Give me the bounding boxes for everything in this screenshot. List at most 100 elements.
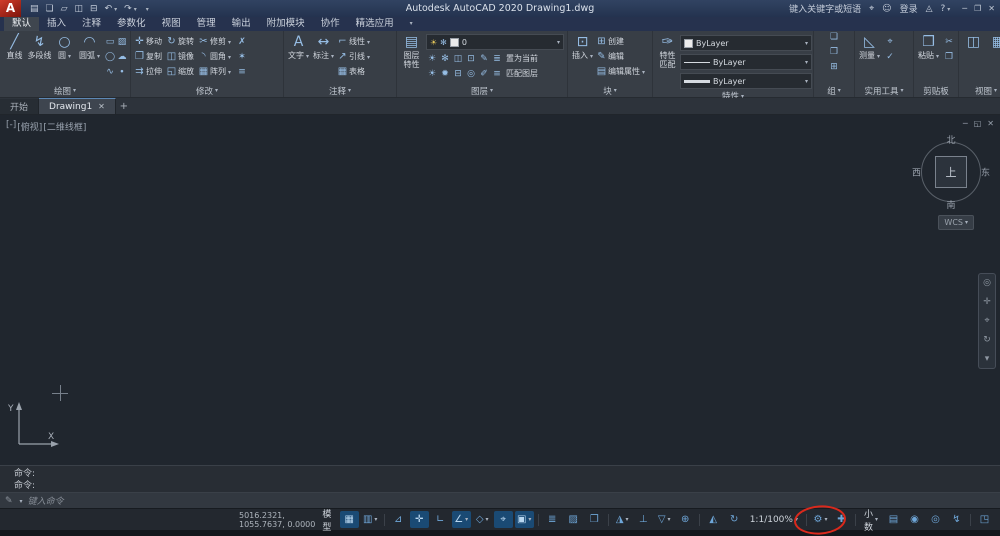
ellipse-icon[interactable]: ◯ [104,52,116,62]
save-icon[interactable]: ◫ [75,4,84,14]
trim-button[interactable]: ✂ 修剪 [197,34,231,49]
insert-block-button[interactable]: ⊡ 插入 [570,32,595,84]
linetype-select[interactable]: ByLayer [680,73,812,89]
search-placeholder[interactable]: 键入关键字或短语 [789,2,861,15]
fillet-button[interactable]: ◝ 圆角 [197,49,231,64]
view-tool-button[interactable]: ▦ [986,32,1000,84]
layer-tool-icon[interactable]: ◫ [452,54,464,64]
utilities-panel-label[interactable]: 实用工具 [855,84,913,97]
wcs-menu[interactable]: WCS [938,215,974,230]
user-icon[interactable]: ☺ [882,4,891,14]
ribbon-display-toggle-icon[interactable] [408,16,413,31]
layer-tool-icon[interactable]: ✎ [478,54,490,64]
model-space-button[interactable]: 模型 [317,510,338,533]
layer-tool-icon[interactable]: ◎ [465,69,477,79]
selection-cycling-icon[interactable]: ❐ [585,511,604,528]
paste-button[interactable]: ❒ 粘贴 [916,32,941,84]
viewport-menu-control[interactable]: [-] [6,120,16,133]
linear-dim-button[interactable]: ⌐ 线性 [336,34,370,49]
object-snap-tracking-icon[interactable]: ⌖ [493,511,513,528]
gizmo-icon[interactable]: ⊕ [676,511,695,528]
ribbon-tab-insert[interactable]: 插入 [39,17,74,31]
polar-tracking-icon[interactable]: ∠ [451,511,471,528]
object-snap-icon[interactable]: ▣ [514,511,534,528]
app-store-icon[interactable]: ◬ [926,4,933,14]
viewcube-east-label[interactable]: 东 [981,166,990,179]
block-panel-label[interactable]: 块 [568,84,652,97]
help-icon[interactable]: ? [941,4,951,14]
graphics-performance-icon[interactable]: ↯ [947,511,966,528]
undo-icon[interactable]: ↶ [105,4,118,14]
groups-panel-label[interactable]: 组 [814,84,854,97]
annotation-panel-label[interactable]: 注释 [284,84,396,97]
annotation-scale-button[interactable]: 1:1/100% [745,511,803,528]
ribbon-tab-home[interactable]: 默认 [4,17,40,31]
ribbon-tab-annotate[interactable]: 注释 [74,17,109,31]
table-button[interactable]: ▦ 表格 [336,64,370,79]
doc-close-icon[interactable]: ✕ [987,119,994,128]
pan-icon[interactable]: ✛ [983,297,991,307]
id-point-icon[interactable]: ⌖ [884,37,896,47]
layer-properties-button[interactable]: ▤ 图层特性 [399,32,424,84]
arc-button[interactable]: ◠ 圆弧 [77,32,102,84]
lock-ui-icon[interactable]: ◉ [905,511,924,528]
minimize-icon[interactable]: ─ [962,4,967,13]
ribbon-tab-featured-apps[interactable]: 精选应用 [348,17,402,31]
match-layer-button[interactable]: 匹配图层 [506,68,538,79]
layer-tool-icon[interactable]: ✻ [439,54,451,64]
layer-tool-icon[interactable]: ⊟ [452,69,464,79]
close-icon[interactable]: ✕ [988,4,995,13]
line-button[interactable]: ╱ 直线 [2,32,27,84]
maximize-icon[interactable]: ❐ [974,4,981,13]
array-button[interactable]: ▦ 阵列 [197,64,231,79]
plot-icon[interactable]: ⊟ [90,4,98,14]
layer-tool-icon[interactable]: ✹ [439,69,451,79]
units-button[interactable]: 小数 [859,510,883,533]
open-file-icon[interactable]: ▱ [61,4,68,14]
dynamic-input-icon[interactable]: ✛ [409,511,429,528]
auto-scale-icon[interactable]: ↻ [725,511,744,528]
new-file-icon[interactable]: ❏ [46,4,54,14]
dimension-button[interactable]: ↔ 标注 [311,32,336,84]
doc-restore-icon[interactable]: ◱ [974,119,982,128]
recent-commands-caret-icon[interactable] [18,496,23,506]
offset-icon[interactable]: ≡ [236,67,248,77]
group-icon[interactable]: ❏ [828,32,840,47]
edit-attributes-button[interactable]: ▤ 编辑属性 [595,64,645,79]
file-tab-drawing1[interactable]: Drawing1 ✕ [39,98,116,114]
dynamic-ucs-icon[interactable]: ⊥ [634,511,653,528]
layer-tool-icon[interactable]: ≡ [491,69,503,79]
ribbon-tab-manage[interactable]: 管理 [189,17,224,31]
workspace-switching-button[interactable]: ⚙ [793,503,848,536]
modify-panel-label[interactable]: 修改 [131,84,283,97]
revision-cloud-icon[interactable]: ☁ [116,52,128,62]
isometric-drafting-icon[interactable]: ◇ [473,511,492,528]
steering-wheel-icon[interactable]: ◎ [983,278,991,288]
view-control[interactable]: [俯视] [17,120,42,133]
customize-command-icon[interactable]: ✎ [5,496,13,506]
viewcube-west-label[interactable]: 西 [912,166,921,179]
doc-minimize-icon[interactable]: ─ [963,119,968,128]
zoom-icon[interactable]: ⌖ [984,316,989,326]
layer-tool-icon[interactable]: ✐ [478,69,490,79]
new-drawing-tab-button[interactable]: + [116,99,132,114]
mirror-button[interactable]: ◫ 镜像 [165,49,194,64]
circle-button[interactable]: ○ 圆 [52,32,77,84]
point-icon[interactable]: ∙ [116,67,128,77]
model-space-viewport[interactable]: [-] [俯视] [二维线框] ─ ◱ ✕ 北 南 西 东 上 WCS ◎ ✛ … [0,115,1000,465]
copy-clip-icon[interactable]: ❐ [943,52,955,62]
ungroup-icon[interactable]: ❐ [828,47,840,62]
layer-tool-icon[interactable]: ☀ [426,54,438,64]
move-button[interactable]: ✛ 移动 [133,34,162,49]
ribbon-tab-view[interactable]: 视图 [154,17,189,31]
coordinates-display[interactable]: 5016.2321, 1055.7637, 0.0000 [239,511,317,529]
file-tab-start[interactable]: 开始 [0,99,40,114]
edit-block-button[interactable]: ✎ 编辑 [595,49,645,64]
clean-screen-icon[interactable]: ◳ [975,511,994,528]
annotation-monitor-icon[interactable]: ✚ [832,511,851,528]
quick-calc-icon[interactable]: ✓ [884,52,896,62]
lineweight-select[interactable]: ByLayer [680,54,812,70]
redo-icon[interactable]: ↷ [124,4,137,14]
ribbon-tab-output[interactable]: 输出 [224,17,259,31]
layer-tool-icon[interactable]: ☀ [426,69,438,79]
